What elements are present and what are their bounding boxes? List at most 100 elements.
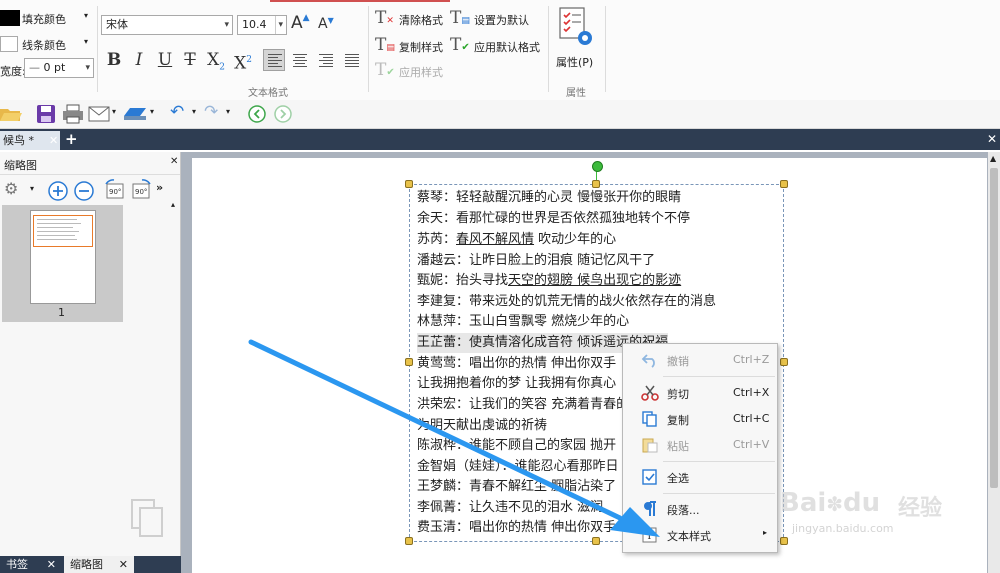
strikethrough-button[interactable]: T (179, 49, 201, 71)
rotate-handle[interactable] (592, 161, 603, 172)
select-all-icon (642, 469, 657, 485)
close-tab-icon[interactable]: ✕ (49, 131, 58, 150)
menu-item-text-style[interactable]: T 文本样式 ▸ (623, 522, 777, 548)
text-line[interactable]: 洪荣宏：让我们的笑容 充满着青春的 (417, 395, 629, 415)
superscript-button[interactable]: X2 (232, 49, 254, 74)
text-style-icon: T (642, 527, 657, 543)
close-window-icon[interactable]: ✕ (987, 129, 997, 150)
text-line[interactable]: 蔡琴：轻轻敲醒沉睡的心灵 慢慢张开你的眼睛 (417, 188, 681, 208)
new-tab-icon[interactable]: + (65, 129, 78, 150)
grow-font-button[interactable]: A▲ (291, 13, 310, 33)
text-line[interactable]: 金智娟（娃娃）：谁能忍心看那昨日 (417, 457, 619, 477)
resize-handle[interactable] (405, 358, 413, 366)
rotate-left-icon[interactable]: 90° (104, 179, 126, 201)
open-folder-icon[interactable] (0, 105, 22, 123)
redo-icon[interactable]: ↷ (204, 102, 218, 122)
chevron-down-icon[interactable]: ▾ (192, 107, 196, 116)
resize-handle[interactable] (780, 358, 788, 366)
text-line[interactable]: 余天：看那忙碌的世界是否依然孤独地转个不停 (417, 209, 690, 229)
text-line[interactable]: 黄莺莺：唱出你的热情 伸出你双手 (417, 354, 616, 374)
subscript-button[interactable]: X2 (205, 49, 227, 72)
chevron-down-icon[interactable]: ▾ (84, 11, 88, 20)
watermark-cn: 经验 (898, 496, 943, 521)
scrollbar-thumb[interactable] (990, 168, 998, 488)
back-icon[interactable] (248, 105, 266, 123)
copy-icon (642, 411, 657, 427)
zoom-out-icon[interactable] (74, 181, 94, 201)
apply-default-format-button[interactable]: T✔ 应用默认格式 (450, 35, 540, 55)
email-icon[interactable] (88, 106, 110, 122)
menu-item-copy[interactable]: 复制 Ctrl+C (623, 406, 777, 432)
align-center-button[interactable] (289, 49, 311, 71)
collapse-icon[interactable]: ▴ (171, 200, 175, 209)
line-color-label[interactable]: 线条颜色 (22, 37, 66, 53)
text-line[interactable]: 费玉清：唱出你的热情 伸出你双手 (417, 518, 616, 538)
menu-item-cut[interactable]: 剪切 Ctrl+X (623, 380, 777, 406)
text-line[interactable]: 李佩菁：让久违不见的泪水 滋润 (417, 498, 603, 518)
vertical-scrollbar[interactable]: ▲ (988, 152, 1000, 573)
shrink-font-button[interactable]: A▼ (318, 16, 334, 32)
chevron-down-icon[interactable]: ▾ (84, 37, 88, 46)
chevron-down-icon[interactable]: ▾ (112, 107, 116, 116)
paste-icon (642, 438, 658, 453)
menu-shortcut: Ctrl+V (733, 438, 770, 451)
text-line[interactable]: 林慧萍：玉山白雪飘零 燃烧少年的心 (417, 312, 629, 332)
clear-format-button[interactable]: T✕ 清除格式 (375, 8, 443, 28)
text-line[interactable]: 王梦麟：青春不解红尘 胭脂沾染了 (417, 477, 616, 497)
fill-color-swatch[interactable] (0, 10, 20, 26)
tab-bookmarks[interactable]: 书签 ✕ (0, 556, 62, 573)
scanner-icon[interactable] (122, 106, 148, 122)
align-right-button[interactable] (315, 49, 337, 71)
resize-handle[interactable] (405, 537, 413, 545)
divider (97, 6, 98, 92)
tab-thumbnails[interactable]: 缩略图 ✕ (64, 556, 134, 573)
copy-style-label: 复制样式 (399, 41, 443, 54)
menu-item-select-all[interactable]: 全选 (623, 464, 777, 490)
text-line[interactable]: 陈淑桦：谁能不顾自己的家园 抛开 (417, 436, 616, 456)
menu-shortcut: Ctrl+C (733, 412, 770, 425)
copy-style-button[interactable]: T▤ 复制样式 (375, 35, 443, 55)
chevron-down-icon[interactable]: ▾ (226, 107, 230, 116)
set-default-button[interactable]: T▤ 设置为默认 (450, 8, 529, 28)
text-line[interactable]: 苏芮：春风不解风情 吹动少年的心 (417, 230, 616, 250)
line-color-swatch[interactable] (0, 36, 18, 52)
resize-handle[interactable] (592, 180, 600, 188)
font-name-dropdown[interactable]: 宋体 ▾ (101, 15, 233, 35)
underline-button[interactable]: U (154, 49, 176, 71)
fill-color-label[interactable]: 填充颜色 (22, 11, 66, 27)
forward-icon[interactable] (274, 105, 292, 123)
align-justify-button[interactable] (341, 49, 363, 71)
menu-shortcut: Ctrl+Z (733, 353, 770, 366)
close-icon[interactable]: ✕ (119, 556, 128, 573)
chevron-down-icon[interactable]: ▾ (150, 107, 154, 116)
text-line[interactable]: 甄妮：抬头寻找天空的翅膀 候鸟出现它的影迹 (417, 271, 681, 291)
close-icon[interactable]: ✕ (47, 556, 56, 573)
italic-button[interactable]: I (128, 49, 150, 71)
text-line[interactable]: 为明天献出虔诚的祈祷 (417, 416, 547, 436)
close-panel-icon[interactable]: ✕ (170, 156, 178, 167)
zoom-in-icon[interactable] (48, 181, 68, 201)
resize-handle[interactable] (780, 180, 788, 188)
page-thumbnail[interactable] (30, 210, 96, 304)
print-icon[interactable] (62, 104, 84, 124)
chevron-down-icon[interactable]: ▾ (30, 184, 34, 193)
properties-button[interactable]: 属性(P) (553, 6, 599, 70)
menu-item-paragraph[interactable]: 段落... (623, 496, 777, 522)
align-left-button[interactable] (263, 49, 285, 71)
text-line[interactable]: 潘越云：让昨日脸上的泪痕 随记忆风干了 (417, 251, 655, 271)
font-size-dropdown[interactable]: 10.4 ▾ (237, 15, 287, 35)
resize-handle[interactable] (592, 537, 600, 545)
menu-separator (663, 376, 775, 377)
resize-handle[interactable] (405, 180, 413, 188)
undo-icon[interactable]: ↶ (170, 102, 184, 122)
bold-button[interactable]: B (103, 49, 125, 71)
rotate-right-icon[interactable]: 90° (130, 179, 152, 201)
more-options-icon[interactable]: » (156, 181, 163, 194)
gear-icon[interactable]: ⚙ (4, 179, 18, 198)
save-icon[interactable] (36, 104, 56, 124)
text-line[interactable]: 李建复：带来远处的饥荒无情的战火依然存在的消息 (417, 292, 716, 312)
resize-handle[interactable] (780, 537, 788, 545)
text-line[interactable]: 让我拥抱着你的梦 让我拥有你真心 (417, 374, 616, 394)
scroll-up-icon[interactable]: ▲ (990, 154, 996, 163)
width-dropdown[interactable]: — 0 pt ▾ (24, 58, 94, 78)
